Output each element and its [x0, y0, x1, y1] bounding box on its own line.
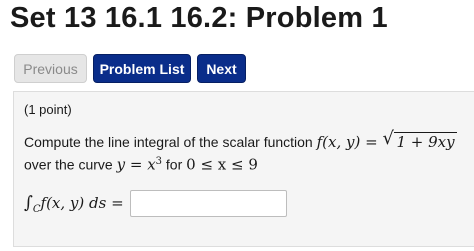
radical-sign-icon: √ [382, 128, 394, 149]
curve-prefix: over the curve [24, 156, 117, 173]
statement-line-2: over the curve y = x3 for 0 ≤ x ≤ 9 [24, 152, 457, 175]
problem-list-button[interactable]: Problem List [93, 54, 191, 83]
statement-text: Compute the line integral of the scalar … [24, 134, 317, 150]
for-text: for [162, 156, 187, 173]
integral-label: ∫Cf(x, y) ds = [24, 193, 124, 215]
curve-equation: y = x [116, 155, 156, 174]
answer-input[interactable] [129, 190, 287, 217]
domain-range: 0 ≤ x ≤ 9 [186, 155, 258, 174]
problem-statement: Compute the line integral of the scalar … [24, 128, 457, 175]
previous-button[interactable]: Previous [14, 54, 87, 83]
integral-subscript: C [32, 203, 41, 215]
problem-navigation: Previous Problem List Next [14, 54, 246, 83]
integral-body: f(x, y) ds = [40, 193, 124, 212]
page: Set 13 16.1 16.2: Problem 1 Previous Pro… [0, 0, 474, 251]
page-title: Set 13 16.1 16.2: Problem 1 [10, 2, 388, 34]
statement-line-1: Compute the line integral of the scalar … [24, 128, 457, 152]
square-root: √ 1 + 9xy [382, 128, 457, 152]
function-lhs: f(x, y) = [316, 133, 383, 151]
problem-points: (1 point) [24, 102, 72, 117]
next-button[interactable]: Next [197, 54, 246, 83]
answer-row: ∫Cf(x, y) ds = [24, 190, 287, 217]
integral-sign: ∫ [24, 192, 33, 213]
problem-panel: (1 point) Compute the line integral of t… [13, 91, 474, 247]
radicand: 1 + 9xy [394, 132, 457, 151]
